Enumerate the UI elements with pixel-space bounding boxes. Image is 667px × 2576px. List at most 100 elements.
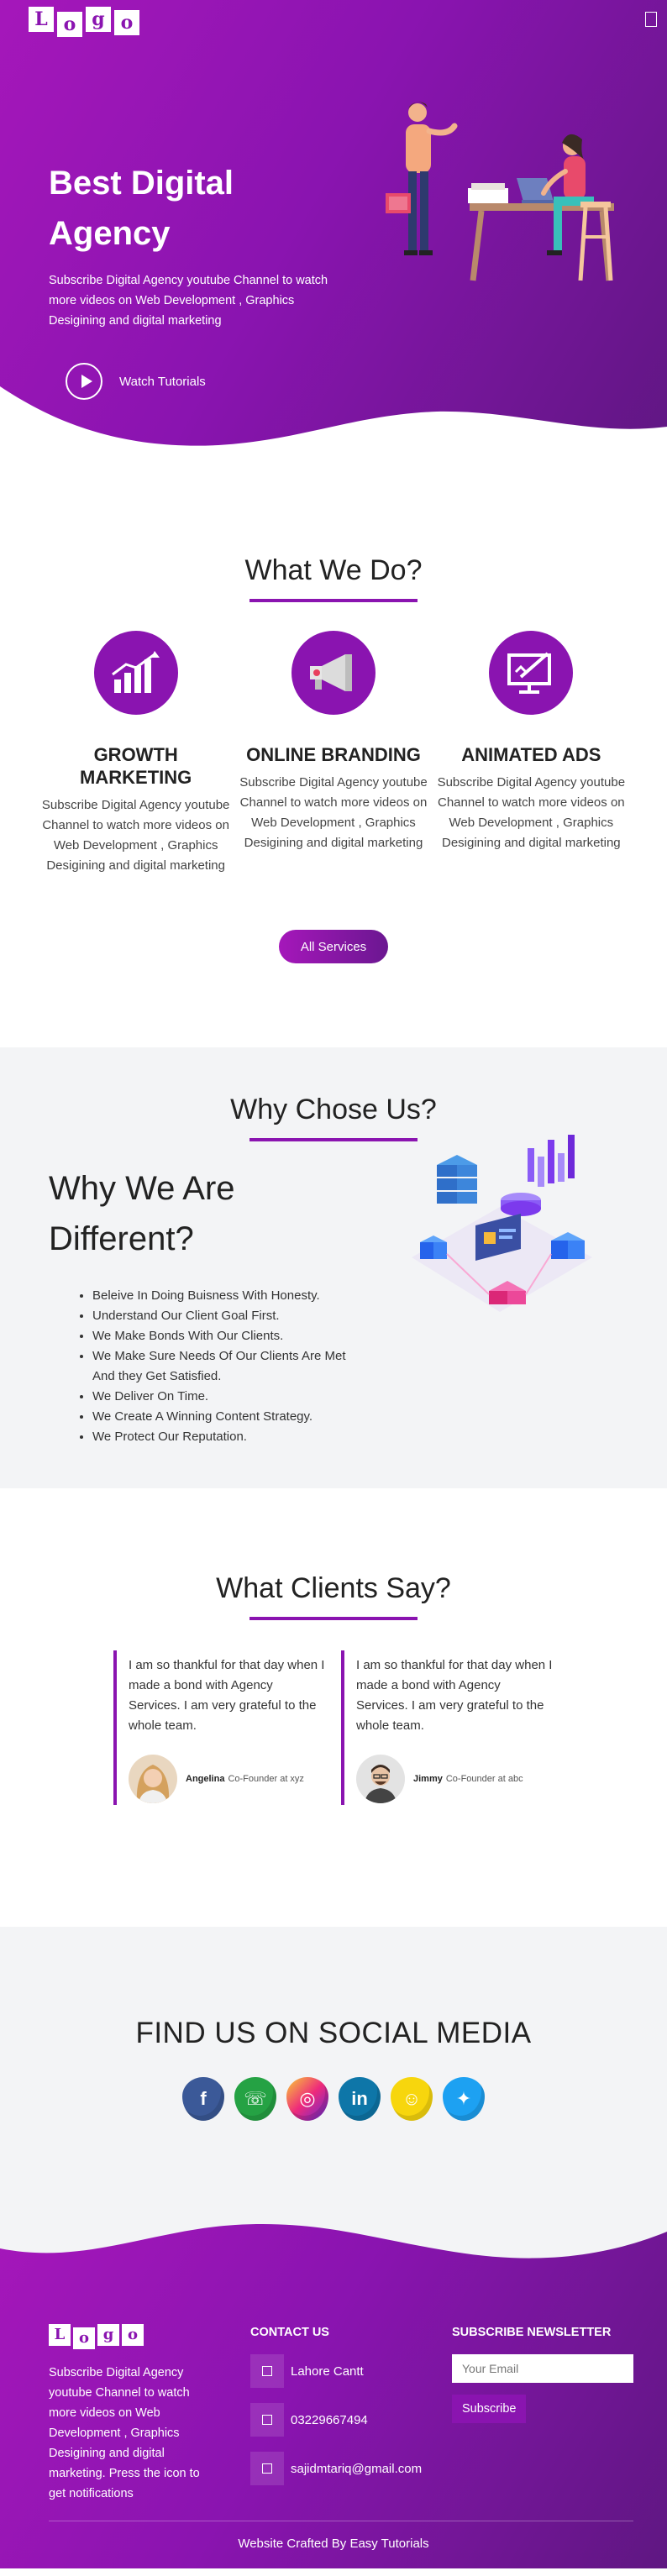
hero-description: Subscribe Digital Agency youtube Channel… xyxy=(49,274,328,328)
social-links: f ☏ ◎ in ☺ ✦ xyxy=(0,2077,667,2121)
section-title: FIND US ON SOCIAL MEDIA xyxy=(135,2017,532,2049)
hero-text: Best Digital Agency Subscribe Digital Ag… xyxy=(49,158,351,331)
contact-text: Lahore Cantt xyxy=(291,2364,364,2379)
testimonials-section: What Clients Say? I am so thankful for t… xyxy=(0,1488,667,1927)
testimonial-card: I am so thankful for that day when I mad… xyxy=(341,1650,554,1805)
service-name: ONLINE BRANDING xyxy=(234,743,432,766)
why-content: Why We Are Different? Beleive In Doing B… xyxy=(49,1163,351,1447)
email-icon xyxy=(250,2452,284,2485)
service-name-line: ANIMATED ADS xyxy=(461,744,601,765)
list-item: We Make Bonds With Our Clients. xyxy=(92,1326,351,1346)
author-role: Co-Founder at xyz xyxy=(228,1774,304,1784)
testimonial-text: I am so thankful for that day when I mad… xyxy=(356,1658,553,1733)
logo-letter: o xyxy=(57,12,82,37)
logo-letter: L xyxy=(29,7,54,32)
logo[interactable]: L o g o xyxy=(29,7,139,37)
logo-letter: o xyxy=(122,2324,144,2346)
email-field[interactable] xyxy=(452,2354,633,2383)
linkedin-icon[interactable]: in xyxy=(339,2077,381,2121)
testimonial-text: I am so thankful for that day when I mad… xyxy=(129,1658,325,1733)
whatsapp-icon[interactable]: ☏ xyxy=(234,2077,276,2121)
subscribe-button[interactable]: Subscribe xyxy=(452,2395,527,2423)
monitor-pen-icon xyxy=(489,631,574,715)
twitter-icon[interactable]: ✦ xyxy=(443,2077,485,2121)
contact-item[interactable]: Lahore Cantt xyxy=(250,2354,422,2388)
service-card[interactable]: ANIMATED ADS Subscribe Digital Agency yo… xyxy=(433,631,630,876)
contact-item[interactable]: sajidmtariq@gmail.com xyxy=(250,2452,422,2485)
why-list: Beleive In Doing Buisness With Honesty. … xyxy=(49,1286,351,1447)
service-name: ANIMATED ADS xyxy=(433,743,630,766)
service-card[interactable]: GROWTH MARKETING Subscribe Digital Agenc… xyxy=(37,631,234,876)
hero-wave xyxy=(0,386,667,479)
megaphone-icon xyxy=(291,631,376,715)
service-card[interactable]: ONLINE BRANDING Subscribe Digital Agency… xyxy=(234,631,432,876)
footer-logo[interactable]: L o g o xyxy=(49,2324,217,2349)
footer-about: L o g o Subscribe Digital Agency youtube… xyxy=(49,2324,217,2504)
instagram-icon[interactable]: ◎ xyxy=(286,2077,328,2121)
location-icon xyxy=(250,2354,284,2388)
growth-chart-icon xyxy=(93,631,178,715)
list-item: We Deliver On Time. xyxy=(92,1387,351,1407)
hero-illustration xyxy=(386,102,614,281)
why-heading-line: Why We Are xyxy=(49,1170,235,1207)
footer: L o g o Subscribe Digital Agency youtube… xyxy=(0,2215,667,2568)
social-section: FIND US ON SOCIAL MEDIA f ☏ ◎ in ☺ ✦ xyxy=(0,1927,667,2215)
contact-heading: CONTACT US xyxy=(250,2326,329,2339)
testimonial-author: Jimmy Co-Founder at abc xyxy=(356,1755,554,1803)
contact-text: sajidmtariq@gmail.com xyxy=(291,2461,423,2476)
service-description: Subscribe Digital Agency youtube Channel… xyxy=(239,775,428,850)
title-underline xyxy=(249,1617,418,1620)
why-heading-line: Different? xyxy=(49,1220,194,1257)
service-name-line: MARKETING xyxy=(80,767,192,788)
why-section: Why Chose Us? Why We Are Different? Bele… xyxy=(0,1047,667,1488)
logo-letter: L xyxy=(49,2324,71,2346)
services-list: GROWTH MARKETING Subscribe Digital Agenc… xyxy=(0,631,667,876)
service-name-line: GROWTH xyxy=(93,744,178,765)
contact-item[interactable]: 03229667494 xyxy=(250,2403,422,2437)
author-role: Co-Founder at abc xyxy=(445,1774,523,1784)
logo-letter: g xyxy=(97,2324,119,2346)
newsletter-heading: SUBSCRIBE NEWSLETTER xyxy=(452,2326,612,2339)
list-item: We Protect Our Reputation. xyxy=(92,1427,351,1447)
hero-title-line: Agency xyxy=(49,215,171,252)
hero-title-line: Best Digital xyxy=(49,165,234,202)
services-section: What We Do? GROWTH MARKETING Subscribe D… xyxy=(0,479,667,1047)
snapchat-icon[interactable]: ☺ xyxy=(391,2077,433,2121)
title-underline xyxy=(249,599,418,602)
testimonial-card: I am so thankful for that day when I mad… xyxy=(113,1650,326,1805)
service-description: Subscribe Digital Agency youtube Channel… xyxy=(437,775,626,850)
copyright-text: Website Crafted By Easy Tutorials xyxy=(238,2537,429,2551)
all-services-button[interactable]: All Services xyxy=(279,930,388,963)
section-title: Why Chose Us? xyxy=(230,1094,437,1125)
avatar xyxy=(129,1755,177,1803)
menu-icon[interactable] xyxy=(645,12,657,27)
logo-letter: o xyxy=(114,10,139,35)
author-name: Angelina xyxy=(186,1774,225,1784)
logo-letter: g xyxy=(86,7,111,32)
avatar xyxy=(356,1755,405,1803)
logo-letter: o xyxy=(73,2327,95,2349)
service-name-line: ONLINE BRANDING xyxy=(246,744,421,765)
testimonials-list: I am so thankful for that day when I mad… xyxy=(0,1650,667,1805)
author-name: Jimmy xyxy=(413,1774,443,1784)
title-underline xyxy=(249,1138,418,1141)
footer-contact: CONTACT US Lahore Cantt 03229667494 saji… xyxy=(250,2326,422,2485)
service-description: Subscribe Digital Agency youtube Channel… xyxy=(41,798,230,873)
phone-icon xyxy=(250,2403,284,2437)
service-name: GROWTH MARKETING xyxy=(37,743,234,789)
footer-about-text: Subscribe Digital Agency youtube Channel… xyxy=(49,2366,200,2500)
why-heading: Why We Are Different? xyxy=(49,1163,351,1264)
list-item: We Make Sure Needs Of Our Clients Are Me… xyxy=(92,1346,351,1387)
section-title: What We Do? xyxy=(244,554,423,586)
testimonial-author: Angelina Co-Founder at xyz xyxy=(129,1755,326,1803)
facebook-icon[interactable]: f xyxy=(182,2077,224,2121)
contact-text: 03229667494 xyxy=(291,2412,368,2427)
list-item: We Create A Winning Content Strategy. xyxy=(92,1407,351,1427)
section-title: What Clients Say? xyxy=(216,1572,451,1604)
footer-newsletter: SUBSCRIBE NEWSLETTER Subscribe xyxy=(452,2326,633,2423)
hero-section: L o g o Best Digital Agency Subscribe Di… xyxy=(0,0,667,479)
list-item: Understand Our Client Goal First. xyxy=(92,1306,351,1326)
hero-title: Best Digital Agency xyxy=(49,158,351,259)
isometric-data-illustration xyxy=(412,1135,592,1312)
footer-wave xyxy=(0,2215,667,2259)
